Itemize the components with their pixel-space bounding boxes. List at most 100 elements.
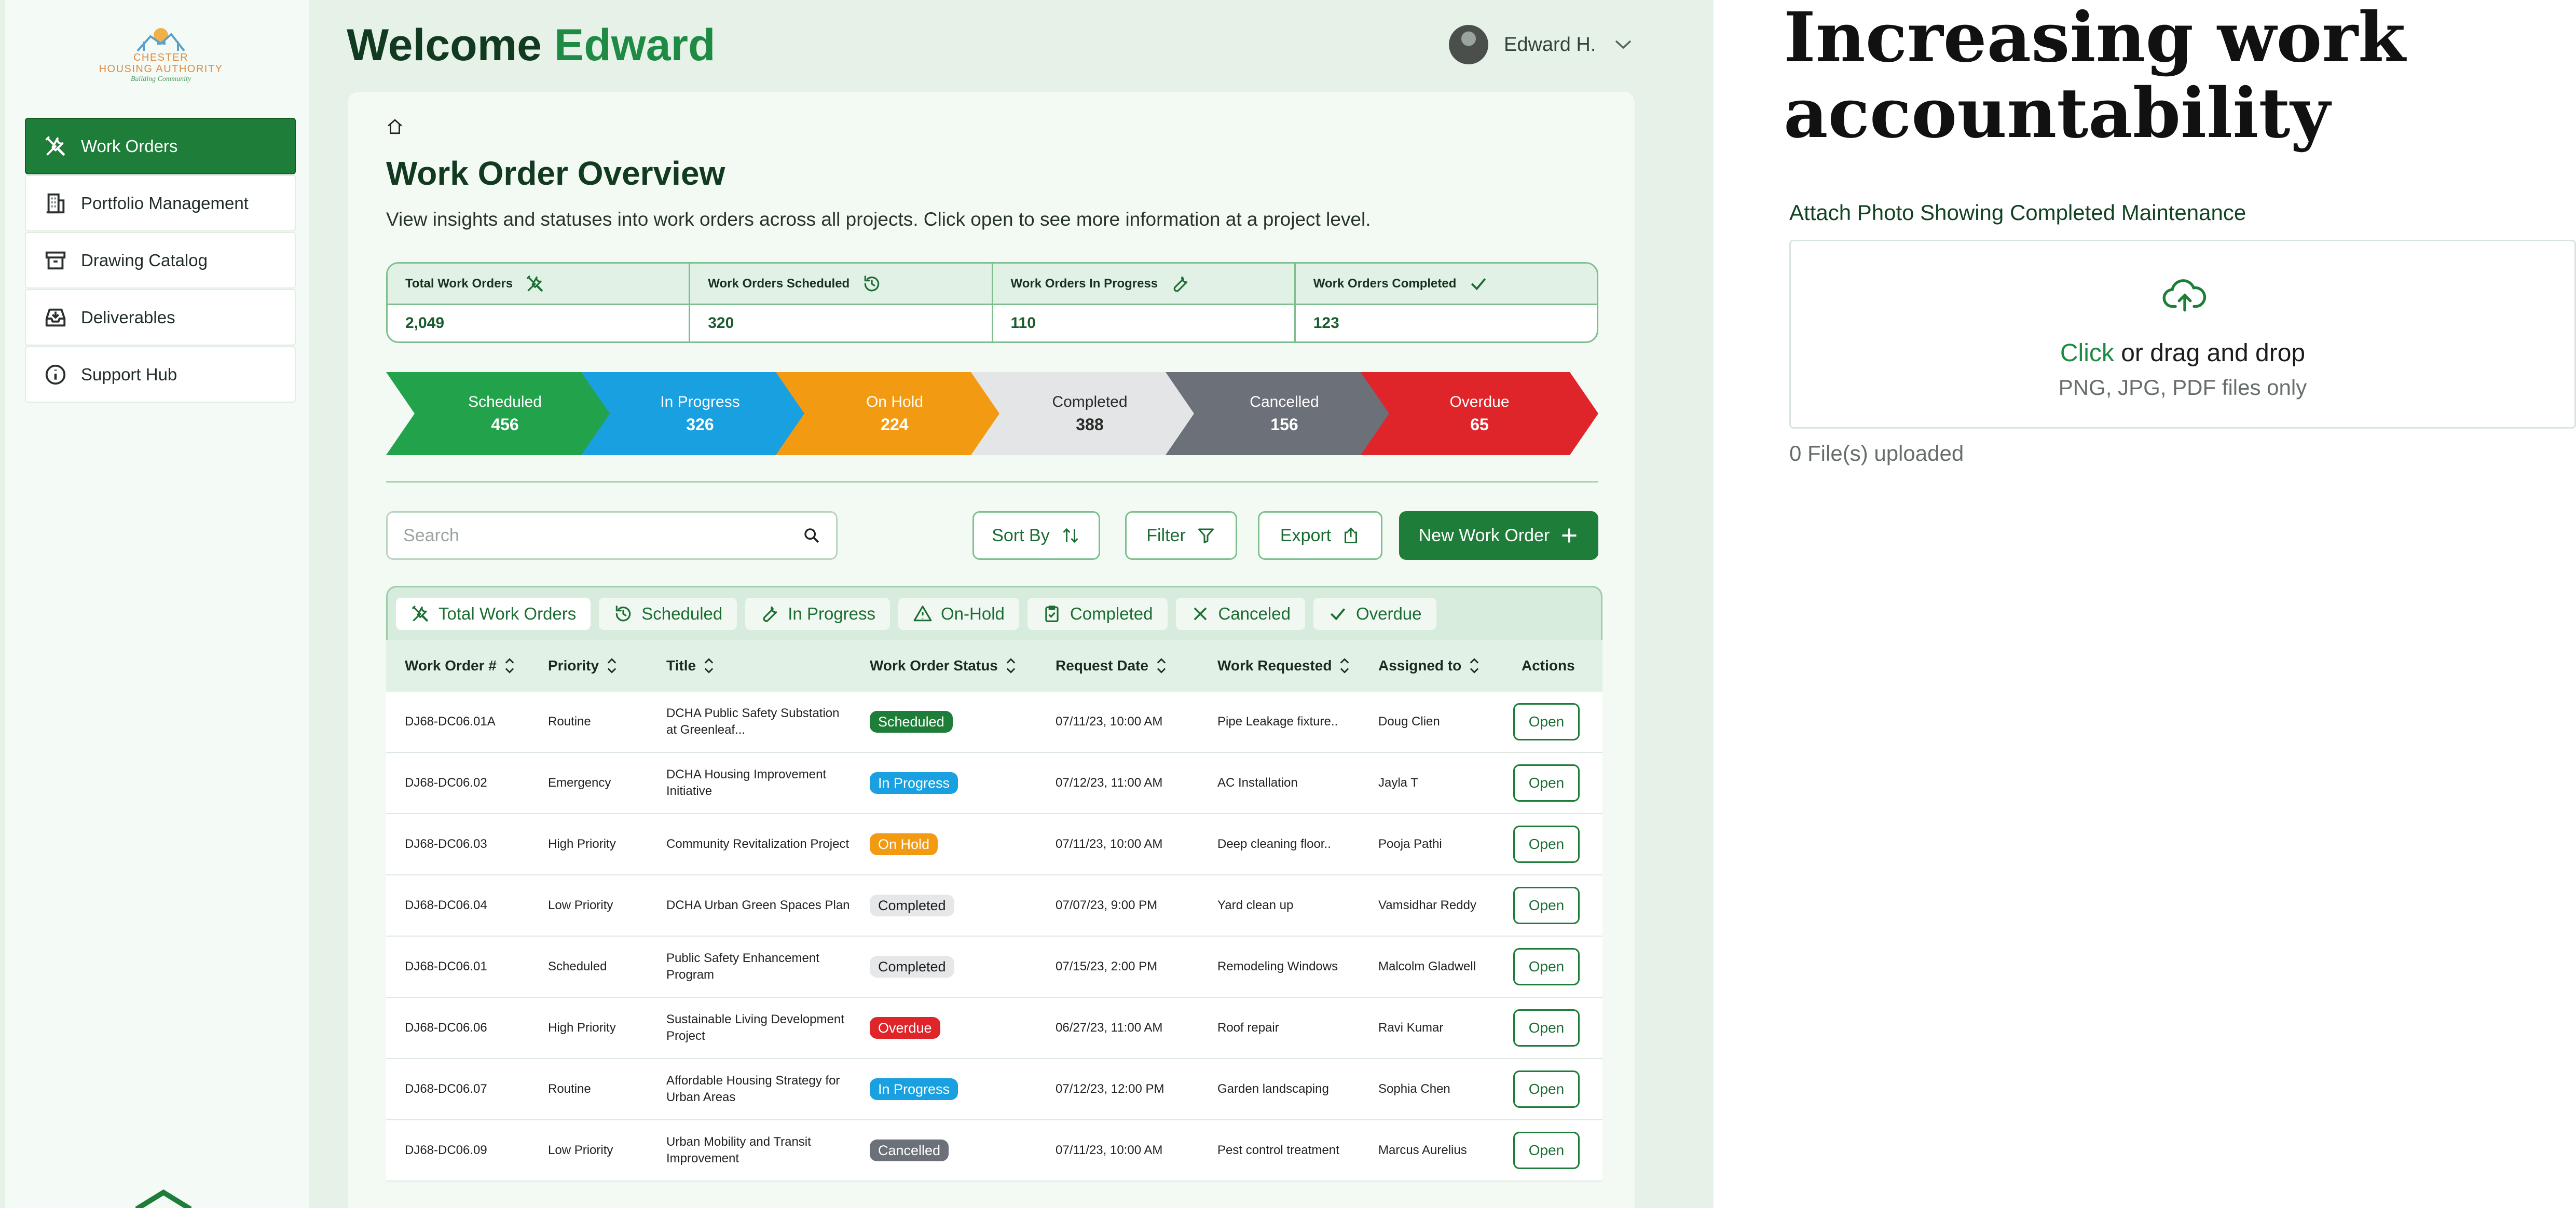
open-button[interactable]: Open — [1513, 948, 1580, 985]
search-icon[interactable] — [803, 527, 820, 544]
cell-title: DCHA Urban Green Spaces Plan — [666, 898, 850, 912]
sidebar-item-deliverables[interactable]: Deliverables — [25, 289, 296, 346]
cell-actions: Open — [1503, 948, 1602, 985]
cell-priority: Routine — [548, 1082, 591, 1096]
pipeline-overdue[interactable]: Overdue 65 — [1361, 372, 1598, 455]
open-button[interactable]: Open — [1513, 826, 1580, 863]
export-button[interactable]: Export — [1258, 511, 1382, 560]
welcome-heading: Welcome Edward — [347, 20, 716, 71]
table-row[interactable]: DJ68-DC06.03 High Priority Community Rev… — [386, 814, 1602, 875]
sidebar-nav: Work Orders Portfolio Management Drawing… — [25, 118, 296, 403]
column-header[interactable]: Priority — [529, 656, 648, 675]
tab-on-hold[interactable]: On-Hold — [898, 597, 1019, 630]
tab-overdue[interactable]: Overdue — [1313, 597, 1436, 630]
cell-status: In Progress — [851, 772, 1037, 794]
tab-in-progress[interactable]: In Progress — [745, 597, 890, 630]
column-header[interactable]: Title — [648, 656, 851, 675]
pipeline-completed[interactable]: Completed 388 — [971, 372, 1209, 455]
open-button[interactable]: Open — [1513, 1132, 1580, 1169]
table-row[interactable]: DJ68-DC06.02 Emergency DCHA Housing Impr… — [386, 753, 1602, 814]
pipeline-in-progress[interactable]: In Progress 326 — [581, 372, 819, 455]
tools-icon — [527, 275, 543, 292]
new-work-order-button[interactable]: New Work Order — [1399, 511, 1598, 560]
tab-canceled[interactable]: Canceled — [1175, 597, 1305, 630]
open-button[interactable]: Open — [1513, 764, 1580, 802]
sort-arrows-icon — [704, 658, 714, 674]
logo-icon — [136, 28, 185, 52]
new-work-order-label: New Work Order — [1418, 525, 1550, 545]
archive-icon-wrap — [43, 248, 68, 273]
stat-label: Total Work Orders — [405, 276, 513, 291]
info-icon-wrap — [43, 362, 68, 388]
column-header[interactable]: Work Order Status — [851, 656, 1037, 675]
column-label: Request Date — [1056, 657, 1148, 674]
upload-dropzone[interactable]: Click or drag and drop PNG, JPG, PDF fil… — [1789, 240, 2576, 429]
tab-label: Canceled — [1218, 603, 1291, 623]
column-header[interactable]: Request Date — [1037, 656, 1199, 675]
work-orders-table: Total Work Orders Scheduled In Progress … — [386, 586, 1602, 1188]
open-button[interactable]: Open — [1513, 887, 1580, 924]
status-pipeline: Scheduled 456 In Progress 326 On Hold 22… — [386, 372, 1598, 455]
sidebar-item-label: Support Hub — [81, 364, 177, 384]
cell-assigned-to: Doug Clien — [1378, 715, 1440, 729]
click-link[interactable]: Click — [2060, 339, 2114, 367]
column-header[interactable]: Assigned to — [1360, 656, 1503, 675]
logo-tagline: Building Community — [130, 75, 191, 83]
cell-status: Cancelled — [851, 1140, 1037, 1161]
sidebar-item-drawing-catalog[interactable]: Drawing Catalog — [25, 232, 296, 289]
table-row[interactable]: DJ68-DC06.01 Scheduled Public Safety Enh… — [386, 937, 1602, 998]
pipeline-scheduled[interactable]: Scheduled 456 — [386, 372, 624, 455]
column-header[interactable]: Work Requested — [1199, 656, 1360, 675]
cell-work-order-id: DJ68-DC06.06 — [405, 1021, 487, 1035]
table-row[interactable]: DJ68-DC06.04 Low Priority DCHA Urban Gre… — [386, 875, 1602, 937]
home-icon[interactable] — [386, 118, 404, 135]
stat-value: 320 — [708, 314, 734, 332]
history-icon — [616, 605, 631, 621]
table-row[interactable]: DJ68-DC06.06 High Priority Sustainable L… — [386, 998, 1602, 1059]
cell-request-date: 06/27/23, 11:00 AM — [1056, 1021, 1163, 1035]
warning-icon — [913, 605, 932, 621]
cell-work-requested: Roof repair — [1217, 1021, 1279, 1035]
tab-completed[interactable]: Completed — [1027, 597, 1168, 630]
cell-status: Scheduled — [851, 711, 1037, 733]
status-tabs: Total Work Orders Scheduled In Progress … — [386, 586, 1602, 640]
avatar — [1449, 25, 1488, 64]
sort-arrows-icon — [505, 658, 514, 674]
sidebar-item-portfolio-management[interactable]: Portfolio Management — [25, 175, 296, 231]
table-row[interactable]: DJ68-DC06.07 Routine Affordable Housing … — [386, 1059, 1602, 1120]
stat-header: Work Orders In Progress — [993, 264, 1294, 305]
table-row[interactable]: DJ68-DC06.01A Routine DCHA Public Safety… — [386, 692, 1602, 753]
status-badge: On Hold — [870, 833, 938, 855]
pipeline-cancelled[interactable]: Cancelled 156 — [1166, 372, 1403, 455]
sidebar-item-support-hub[interactable]: Support Hub — [25, 346, 296, 403]
stat-header: Total Work Orders — [388, 264, 689, 305]
pipeline-value: 65 — [1470, 415, 1489, 434]
sidebar-item-work-orders[interactable]: Work Orders — [25, 118, 296, 174]
column-header[interactable]: Work Order # — [386, 656, 529, 675]
stat-card: Work Orders In Progress 110 — [993, 264, 1296, 341]
cell-request-date: 07/11/23, 10:00 AM — [1056, 715, 1163, 729]
user-menu[interactable]: Edward H. — [1449, 25, 1632, 64]
sort-button[interactable]: Sort By — [972, 511, 1100, 560]
open-button[interactable]: Open — [1513, 703, 1580, 740]
tab-label: Scheduled — [641, 603, 723, 623]
column-label: Work Order # — [405, 657, 497, 674]
cell-request-date: 07/15/23, 2:00 PM — [1056, 959, 1158, 973]
open-button[interactable]: Open — [1513, 1070, 1580, 1108]
filter-button[interactable]: Filter — [1125, 511, 1237, 560]
pipeline-on-hold[interactable]: On Hold 224 — [776, 372, 1013, 455]
table-row[interactable]: DJ68-DC06.09 Low Priority Urban Mobility… — [386, 1120, 1602, 1182]
tab-total-work-orders[interactable]: Total Work Orders — [396, 597, 591, 630]
building-icon-wrap — [43, 190, 68, 216]
cell-status: Overdue — [851, 1017, 1037, 1039]
column-label: Title — [666, 657, 696, 674]
tab-scheduled[interactable]: Scheduled — [599, 597, 737, 630]
column-header[interactable]: Actions — [1503, 657, 1602, 674]
cell-status: Completed — [851, 895, 1037, 916]
upload-count: 0 File(s) uploaded — [1789, 441, 1964, 465]
stat-card: Total Work Orders 2,049 — [388, 264, 691, 341]
search-input[interactable] — [403, 525, 803, 546]
open-button[interactable]: Open — [1513, 1009, 1580, 1047]
cell-priority: High Priority — [548, 837, 616, 851]
share-icon — [1345, 527, 1358, 543]
